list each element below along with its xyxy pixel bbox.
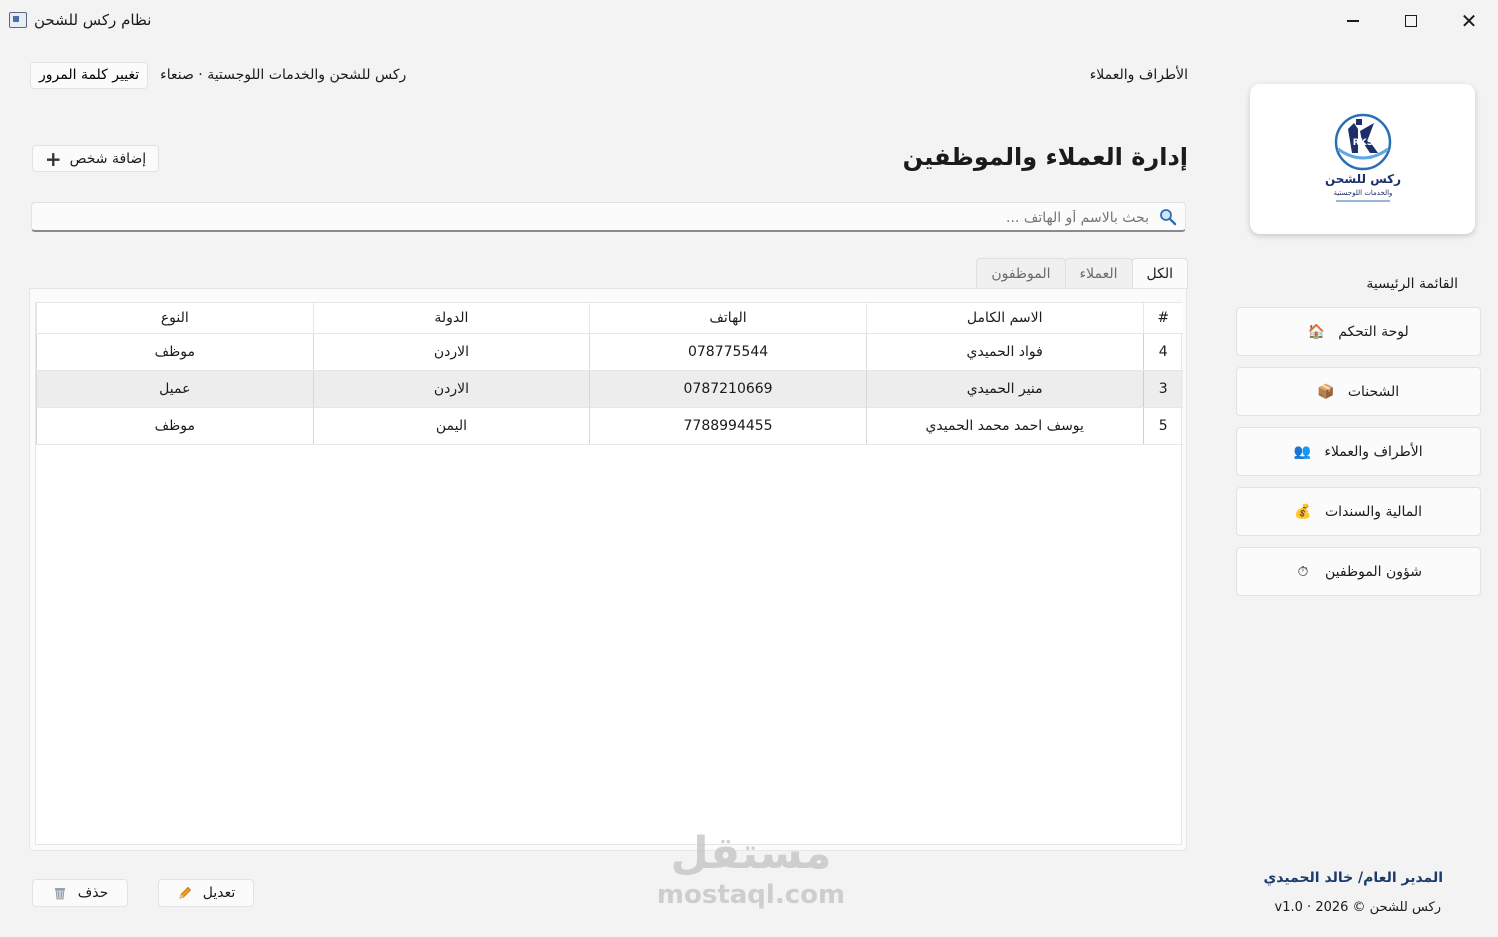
search-input[interactable] xyxy=(40,207,1149,229)
sidebar-item-parties[interactable]: الأطراف والعملاء 👥 xyxy=(1236,427,1481,476)
cell-type: موظف xyxy=(36,407,314,445)
add-person-label: إضافة شخص xyxy=(69,150,147,167)
cell-number: 5 xyxy=(1142,407,1183,445)
change-password-button[interactable]: تغيير كلمة المرور xyxy=(30,61,149,89)
house-icon: 🏠 xyxy=(1307,323,1325,340)
cell-phone: 0787210669 xyxy=(589,370,867,408)
cell-number: 3 xyxy=(1142,370,1183,408)
add-person-button[interactable]: إضافة شخص + xyxy=(32,145,159,172)
watermark-arabic: مستقل xyxy=(670,828,832,879)
close-button[interactable]: ✕ xyxy=(1446,6,1492,36)
sidebar-item-label: شؤون الموظفين xyxy=(1324,563,1423,580)
tab-employees[interactable]: الموظفون xyxy=(976,258,1066,289)
sidebar-item-label: الأطراف والعملاء xyxy=(1324,443,1423,460)
logo-initials: RKS xyxy=(1352,138,1372,148)
cell-country: اليمن xyxy=(312,407,590,445)
app-window-icon xyxy=(9,12,27,28)
maximize-icon xyxy=(1405,15,1417,27)
table-panel: # الاسم الكامل الهاتف الدولة النوع 4 فوا… xyxy=(29,288,1187,851)
cell-name: منير الحميدي xyxy=(865,370,1143,408)
delete-button[interactable]: حذف xyxy=(32,879,128,907)
sidebar-item-finance[interactable]: المالية والسندات 💰 xyxy=(1236,487,1481,536)
window-title-bar: نظام ركس للشحن ✕ xyxy=(0,0,1498,40)
search-box[interactable] xyxy=(31,202,1186,232)
cell-country: الاردن xyxy=(312,370,590,408)
package-icon: 📦 xyxy=(1317,383,1335,400)
tab-all[interactable]: الكل xyxy=(1131,258,1188,289)
column-header-country[interactable]: الدولة xyxy=(312,303,590,334)
people-icon: 👥 xyxy=(1293,443,1312,460)
company-logo: RKS ركس للشحن والخدمات اللوجستية xyxy=(1324,113,1401,202)
stopwatch-icon: ⏱ xyxy=(1297,563,1309,580)
sidebar-item-label: الشحنات xyxy=(1347,383,1400,400)
table-header-row: # الاسم الكامل الهاتف الدولة النوع xyxy=(36,303,1183,334)
column-header-number[interactable]: # xyxy=(1142,303,1183,334)
window-title: نظام ركس للشحن xyxy=(34,11,152,29)
table-row[interactable]: 3 منير الحميدي 0787210669 الاردن عميل xyxy=(36,370,1183,408)
page-title: إدارة العملاء والموظفين xyxy=(902,143,1188,171)
cell-phone: 078775544 xyxy=(589,333,867,371)
sidebar-item-shipments[interactable]: الشحنات 📦 xyxy=(1236,367,1481,416)
edit-button[interactable]: تعديل xyxy=(158,879,254,907)
cell-name: يوسف احمد محمد الحميدي xyxy=(865,407,1143,445)
logo-card: RKS ركس للشحن والخدمات اللوجستية xyxy=(1250,84,1475,234)
logo-subtext: والخدمات اللوجستية xyxy=(1333,189,1392,197)
cell-type: عميل xyxy=(36,370,314,408)
column-header-name[interactable]: الاسم الكامل xyxy=(865,303,1143,334)
money-bag-icon: 💰 xyxy=(1294,503,1312,520)
company-line: ركس للشحن والخدمات اللوجستية · صنعاء تغي… xyxy=(30,60,406,90)
delete-label: حذف xyxy=(77,885,109,901)
cell-name: فواد الحميدي xyxy=(865,333,1143,371)
trash-icon xyxy=(54,888,65,900)
company-name: ركس للشحن والخدمات اللوجستية · صنعاء xyxy=(160,67,407,83)
watermark: مستقل mostaql.com xyxy=(656,828,846,910)
table-row[interactable]: 5 يوسف احمد محمد الحميدي 7788994455 اليم… xyxy=(36,407,1183,445)
pencil-icon xyxy=(179,886,191,899)
cell-type: موظف xyxy=(36,333,314,371)
plus-icon: + xyxy=(44,146,62,171)
sidebar-item-employees[interactable]: شؤون الموظفين ⏱ xyxy=(1236,547,1481,596)
cell-country: الاردن xyxy=(312,333,590,371)
column-header-phone[interactable]: الهاتف xyxy=(589,303,867,334)
people-table: # الاسم الكامل الهاتف الدولة النوع 4 فوا… xyxy=(36,303,1183,445)
main-menu-title: القائمة الرئيسية xyxy=(1366,276,1458,292)
manager-name: المدير العام/ خالد الحميدي xyxy=(1263,870,1443,886)
cell-phone: 7788994455 xyxy=(589,407,867,445)
close-icon: ✕ xyxy=(1460,9,1478,33)
sidebar-item-label: المالية والسندات xyxy=(1325,503,1423,520)
sidebar-item-dashboard[interactable]: لوحة التحكم 🏠 xyxy=(1236,307,1481,356)
sidebar-item-label: لوحة التحكم xyxy=(1338,323,1409,340)
tab-customers[interactable]: العملاء xyxy=(1064,258,1133,289)
column-header-type[interactable]: النوع xyxy=(36,303,314,334)
minimize-button[interactable] xyxy=(1330,6,1376,36)
people-table-container: # الاسم الكامل الهاتف الدولة النوع 4 فوا… xyxy=(35,302,1183,845)
cell-number: 4 xyxy=(1142,333,1183,371)
logo-text: ركس للشحن xyxy=(1324,172,1400,186)
filter-tabs: الكل العملاء الموظفون xyxy=(976,258,1188,289)
edit-label: تعديل xyxy=(202,885,236,901)
breadcrumb: الأطراف والعملاء xyxy=(1089,67,1188,83)
watermark-english: mostaql.com xyxy=(656,880,846,910)
maximize-button[interactable] xyxy=(1388,6,1434,36)
copyright: ركس للشحن © 2026 · v1.0 xyxy=(1274,900,1441,915)
search-icon xyxy=(1160,209,1177,226)
table-row[interactable]: 4 فواد الحميدي 078775544 الاردن موظف xyxy=(36,333,1183,371)
minimize-icon xyxy=(1347,20,1359,22)
